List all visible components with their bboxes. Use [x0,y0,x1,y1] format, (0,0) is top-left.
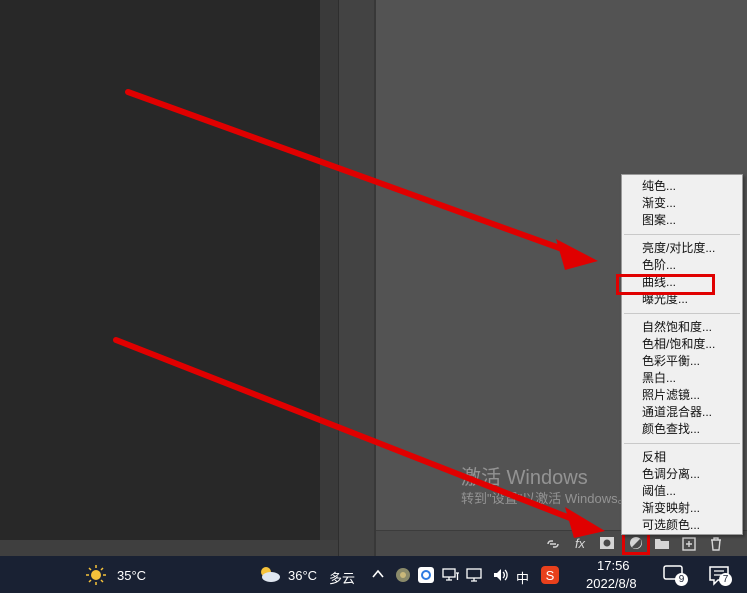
svg-text:S: S [546,568,555,583]
annotation-arrows [113,89,605,538]
partly-cloudy-icon[interactable] [257,564,281,584]
chat-badge: 9 [675,573,688,586]
weather-condition[interactable]: 多云 [329,568,355,587]
sun-weather-icon[interactable] [86,565,106,585]
tray-app-icon[interactable] [395,567,411,583]
chevron-up-icon[interactable] [372,569,384,579]
weather-temperature-2[interactable]: 36°C [288,568,317,583]
clock-time[interactable]: 17:56 [597,558,630,573]
arrow-to-menu [125,89,598,270]
windows-taskbar: 35°C 36°C 多云 中 S 17:56 2022/8/8 9 7 [0,556,747,593]
clock-date[interactable]: 2022/8/8 [586,576,637,591]
refresh-tray-icon[interactable] [418,567,434,583]
display-icon[interactable] [466,567,484,583]
sogou-input-icon[interactable]: S [541,566,559,584]
notification-badge: 7 [719,573,732,586]
speaker-volume-icon[interactable] [492,567,510,583]
input-method-indicator[interactable]: 中 [516,568,529,587]
network-icon[interactable] [442,567,460,583]
arrow-to-adjustment-button [113,337,605,538]
weather-temperature-1[interactable]: 35°C [117,568,146,583]
